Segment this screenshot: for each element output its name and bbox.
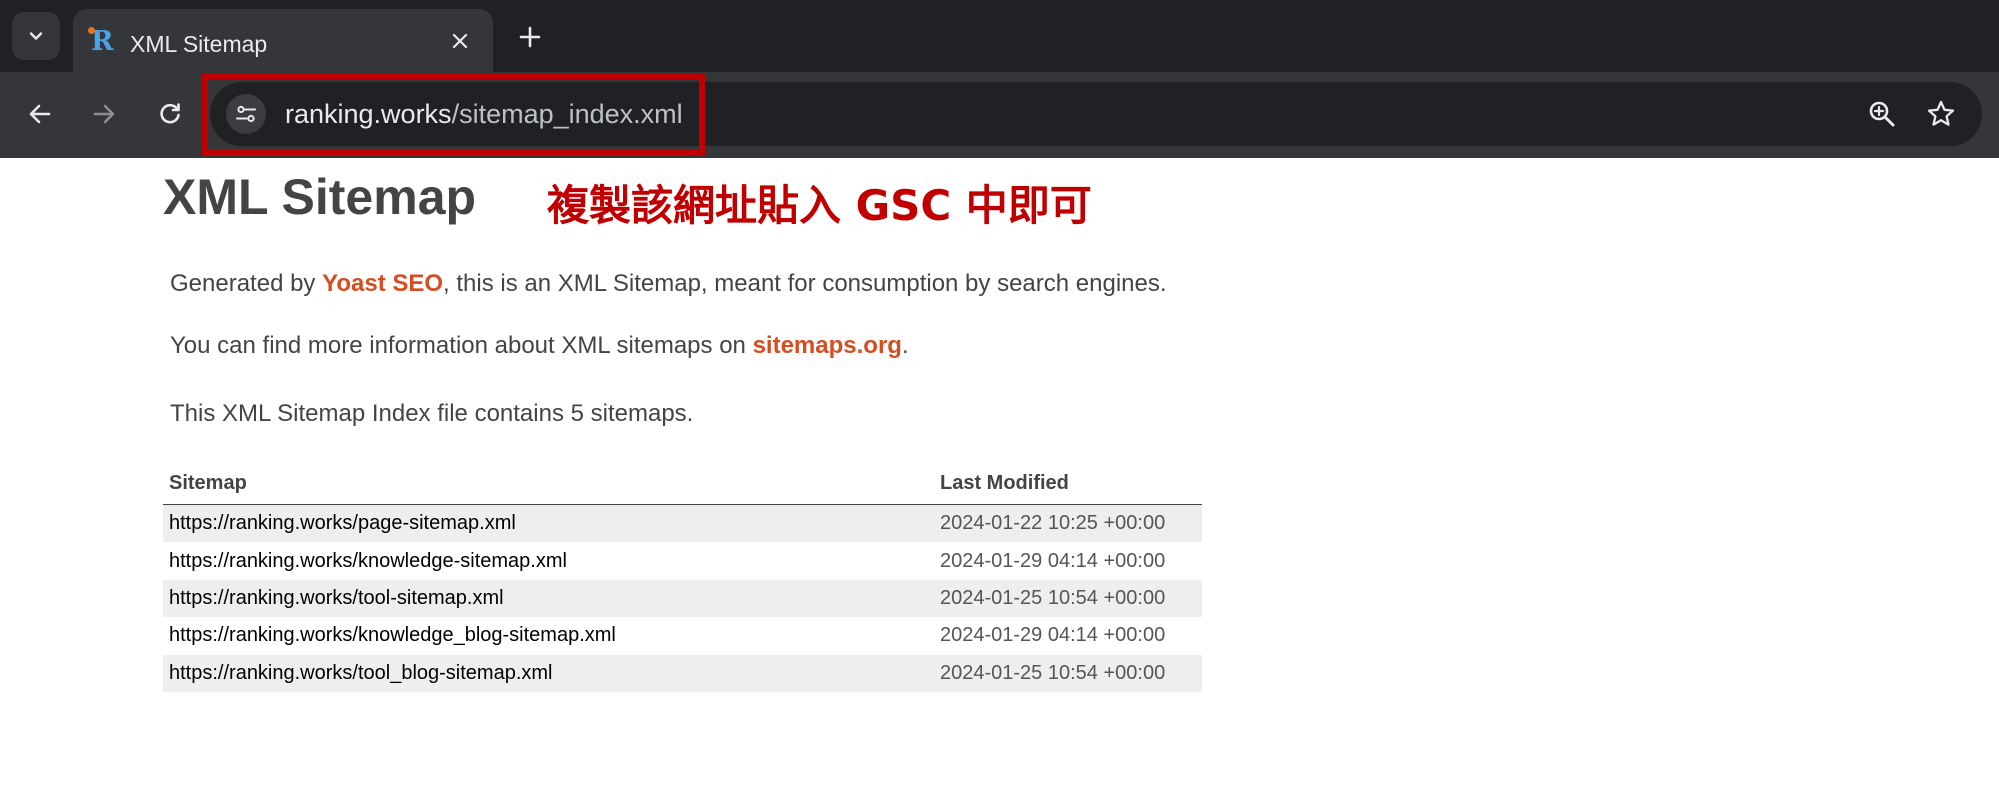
tab-xml-sitemap[interactable]: R XML Sitemap — [73, 9, 493, 72]
sitemap-link[interactable]: https://ranking.works/knowledge-sitemap.… — [163, 542, 934, 579]
sitemap-count-text: This XML Sitemap Index file contains 5 s… — [170, 400, 694, 427]
tab-title: XML Sitemap — [130, 31, 268, 57]
chevron-down-icon — [29, 32, 43, 40]
plus-icon — [519, 26, 541, 48]
zoom-in-icon — [1869, 101, 1895, 127]
site-favicon: R — [88, 27, 117, 55]
url-highlight-box — [202, 73, 705, 155]
zoom-button[interactable] — [1864, 96, 1900, 132]
intro-paragraph-2: You can find more information about XML … — [170, 332, 909, 360]
last-modified-cell: 2024-01-29 04:14 +00:00 — [940, 624, 1166, 647]
sitemaps-org-link[interactable]: sitemaps.org — [753, 332, 902, 359]
header-sitemap: Sitemap — [163, 462, 934, 505]
bookmark-button[interactable] — [1923, 96, 1959, 132]
intro-2-suffix: . — [901, 332, 909, 359]
last-modified-cell: 2024-01-29 04:14 +00:00 — [940, 549, 1166, 572]
reload-button[interactable] — [148, 92, 192, 136]
intro-2-prefix: You can find more information about XML … — [170, 332, 753, 359]
table-row: https://ranking.works/page-sitemap.xml 2… — [163, 504, 1202, 543]
annotation-callout: 複製該網址貼入 GSC 中即可 — [547, 181, 1092, 230]
table-row: https://ranking.works/knowledge_blog-sit… — [163, 617, 1202, 654]
reload-icon — [160, 103, 180, 124]
sitemap-link[interactable]: https://ranking.works/tool-sitemap.xml — [163, 579, 934, 618]
sitemap-table: Sitemap Last Modified https://ranking.wo… — [163, 462, 1202, 692]
star-icon — [1927, 100, 1955, 126]
tab-close-button[interactable] — [445, 26, 475, 56]
intro-1-prefix: Generated by — [170, 270, 323, 297]
new-tab-button[interactable] — [510, 17, 550, 57]
page-title: XML Sitemap — [163, 169, 477, 225]
sitemap-link[interactable]: https://ranking.works/page-sitemap.xml — [163, 504, 934, 543]
yoast-seo-link[interactable]: Yoast SEO — [322, 270, 443, 297]
header-last-modified: Last Modified — [934, 462, 1202, 505]
tab-search-button[interactable] — [12, 12, 60, 60]
back-button[interactable] — [18, 92, 62, 136]
close-icon — [452, 33, 468, 49]
sitemap-link[interactable]: https://ranking.works/tool_blog-sitemap.… — [163, 654, 934, 692]
tab-strip: R XML Sitemap — [0, 0, 1999, 72]
last-modified-cell: 2024-01-22 10:25 +00:00 — [934, 504, 1202, 543]
table-row: https://ranking.works/tool_blog-sitemap.… — [163, 654, 1202, 692]
arrow-right-icon — [93, 104, 115, 124]
intro-paragraph-1: Generated by Yoast SEO, this is an XML S… — [170, 270, 1167, 298]
arrow-left-icon — [29, 104, 51, 124]
sitemap-link[interactable]: https://ranking.works/knowledge_blog-sit… — [163, 617, 934, 654]
table-row: https://ranking.works/tool-sitemap.xml 2… — [163, 579, 1202, 618]
forward-button[interactable] — [82, 92, 126, 136]
last-modified-cell: 2024-01-25 10:54 +00:00 — [934, 654, 1202, 692]
table-row: https://ranking.works/knowledge-sitemap.… — [163, 542, 1202, 579]
last-modified-cell: 2024-01-25 10:54 +00:00 — [934, 579, 1202, 618]
table-header-row: Sitemap Last Modified — [163, 462, 1202, 505]
intro-1-suffix: , this is an XML Sitemap, meant for cons… — [443, 270, 1167, 297]
